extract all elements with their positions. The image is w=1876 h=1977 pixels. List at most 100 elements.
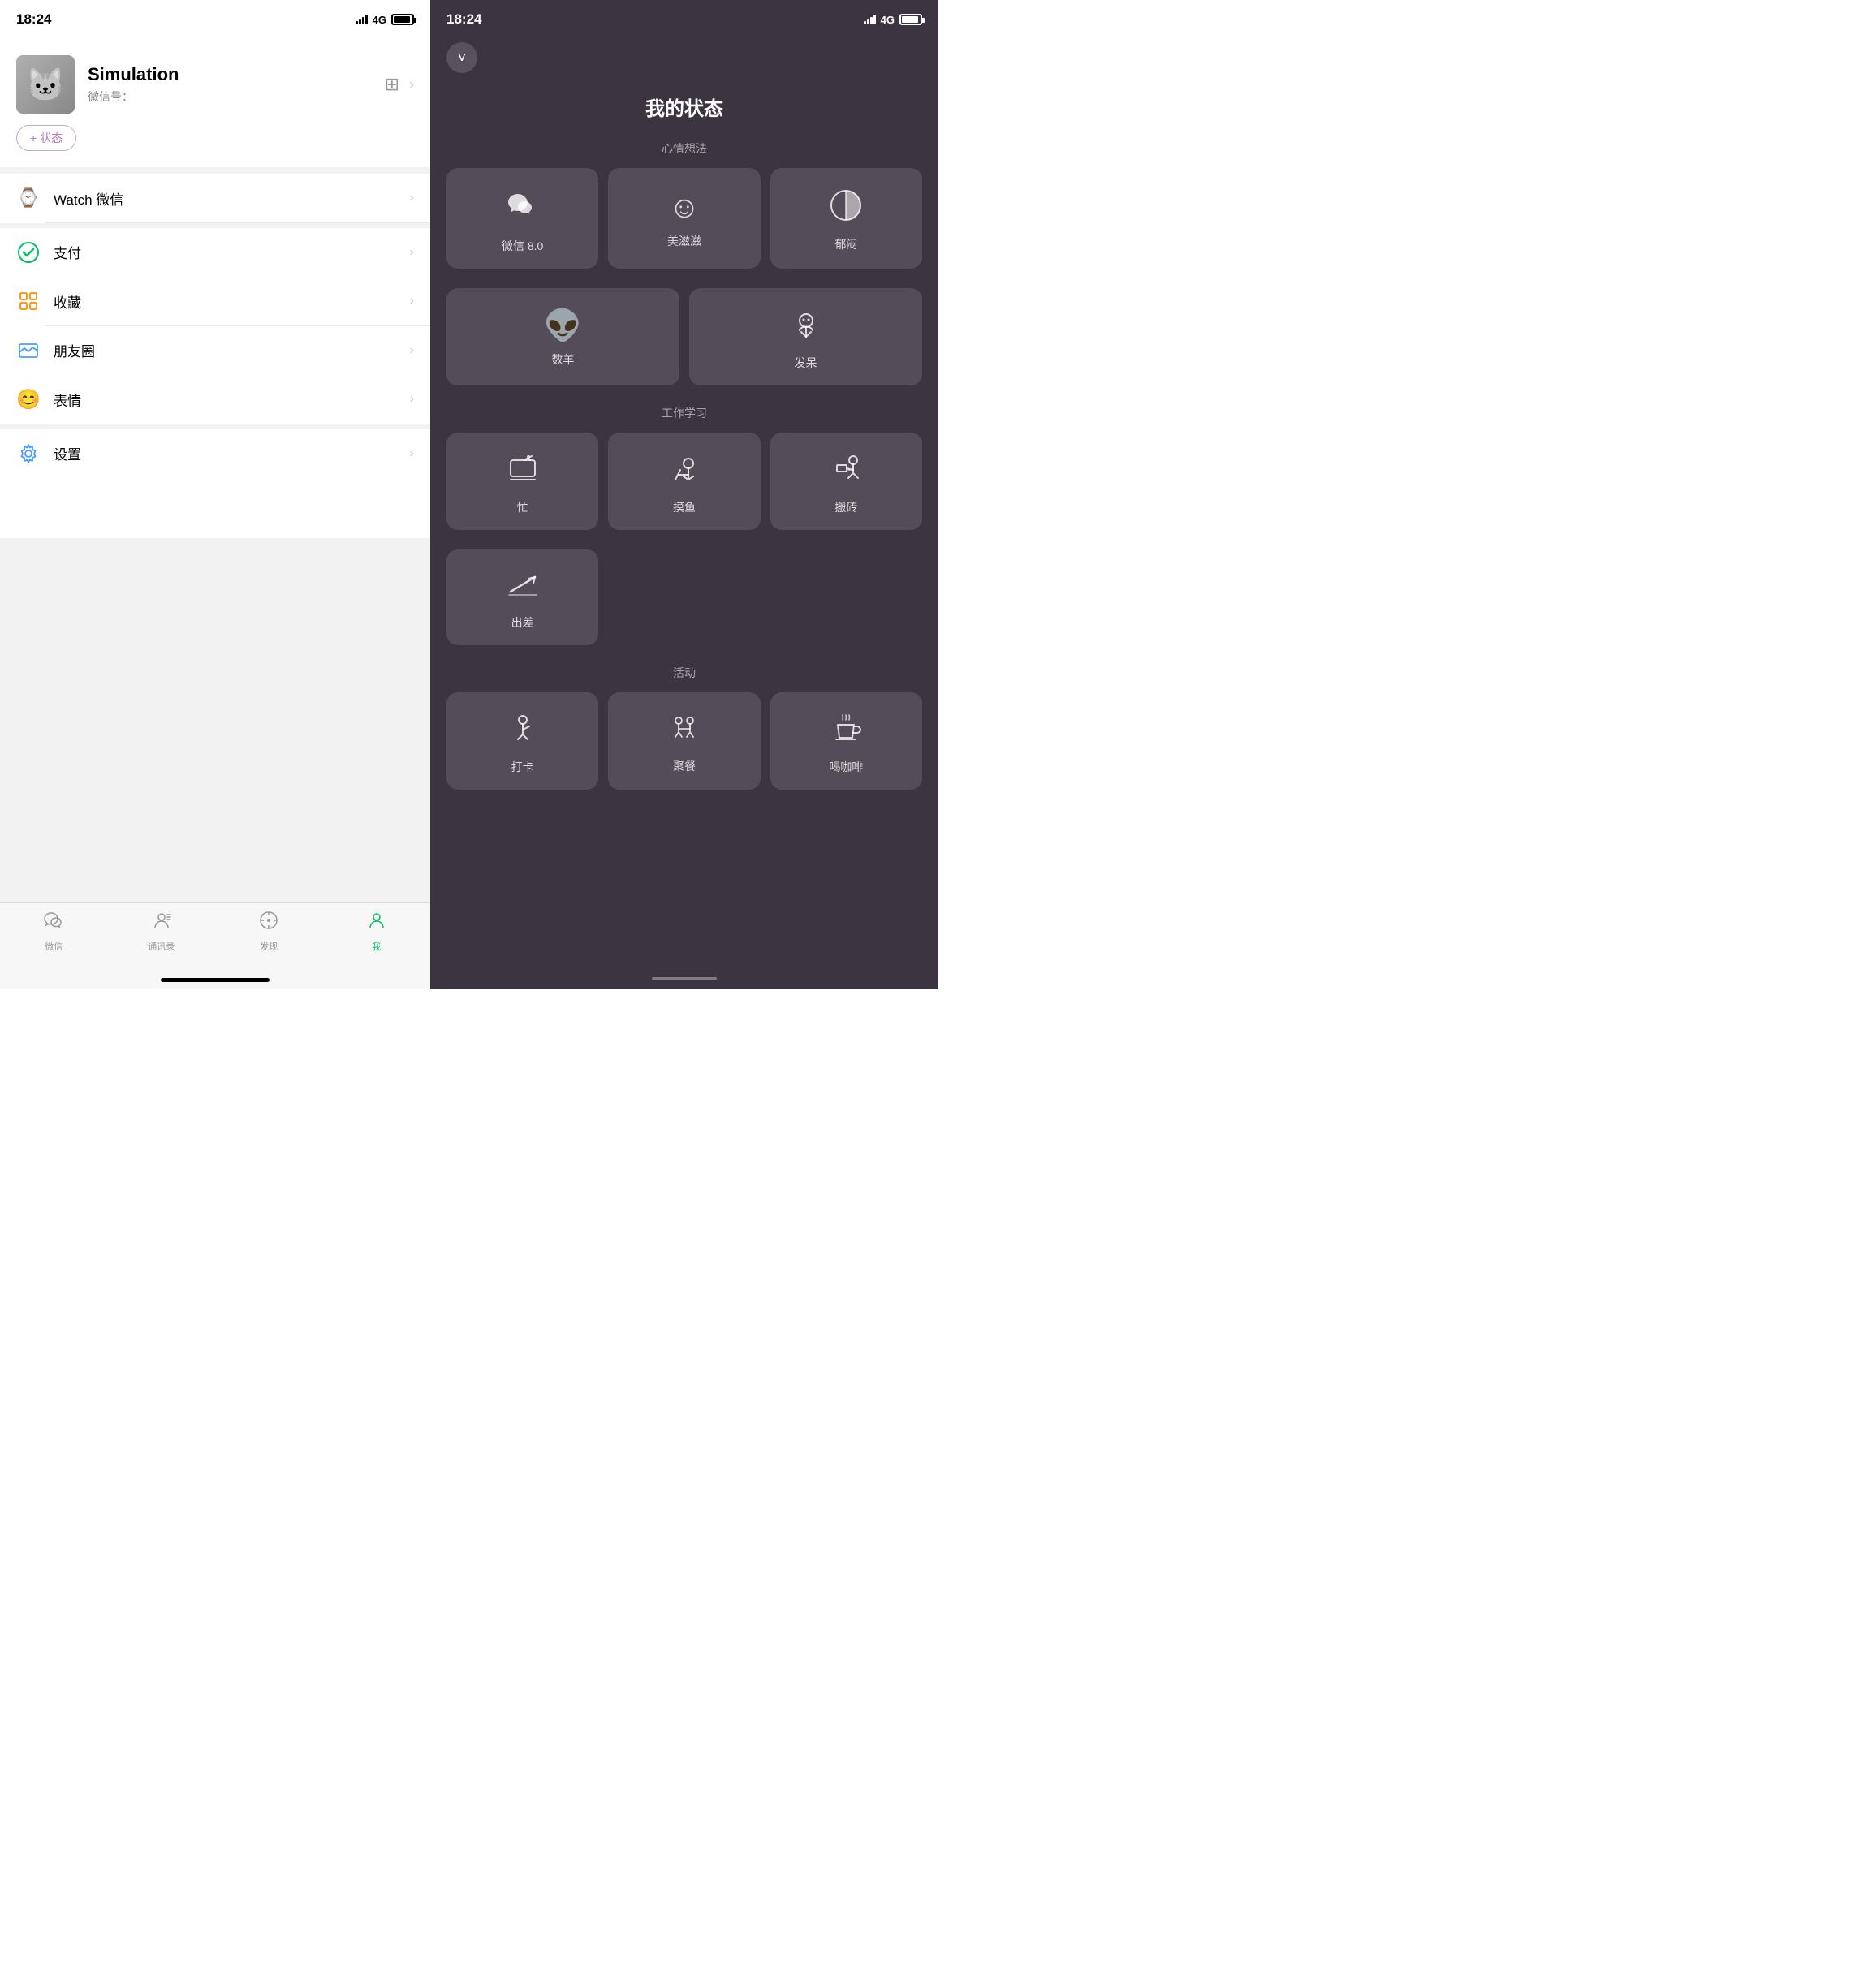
moments-icon: [16, 338, 41, 363]
qr-icon[interactable]: ⊞: [385, 74, 399, 95]
profile-info: Simulation 微信号：: [88, 64, 372, 105]
status-card-banzhuang[interactable]: 搬砖: [770, 433, 922, 530]
kafei-label: 喝咖啡: [829, 759, 863, 775]
back-button[interactable]: ˅: [446, 42, 477, 73]
menu-item-emoji[interactable]: 😊 表情 ›: [0, 375, 430, 424]
menu-label-moments: 朋友圈: [54, 340, 410, 360]
wechat80-icon: [505, 187, 541, 228]
work-grid-bottom: 出差: [446, 549, 922, 645]
scroll-bar: [652, 977, 717, 980]
section-label-mood: 心情想法: [446, 140, 922, 157]
mood-grid-top: 微信 8.0 ☺ 美滋滋 郁闷: [446, 168, 922, 269]
banzhuang-label: 搬砖: [834, 499, 857, 515]
bottom-nav: 微信 通讯录: [0, 902, 430, 970]
time-left: 18:24: [16, 11, 51, 28]
nav-item-discover[interactable]: 发现: [215, 910, 323, 953]
page-title: 我的状态: [430, 93, 938, 121]
profile-right[interactable]: ⊞ ›: [385, 74, 414, 95]
chuchai-label: 出差: [511, 614, 534, 631]
profile-name: Simulation: [88, 64, 372, 85]
daka-label: 打卡: [511, 759, 534, 775]
status-card-shuyang[interactable]: 👽 数羊: [446, 288, 679, 385]
right-panel: 18:24 4G ˅ 我的状态 心情想法: [430, 0, 938, 988]
menu-item-watch[interactable]: ⌚ Watch 微信 ›: [0, 174, 430, 222]
profile-section: Simulation 微信号： ⊞ › + 状态: [0, 36, 430, 167]
avatar-image: [16, 55, 75, 114]
yumen-label: 郁闷: [834, 236, 857, 252]
status-card-yumen[interactable]: 郁闷: [770, 168, 922, 269]
daka-icon: [507, 712, 539, 749]
pay-chevron: ›: [410, 245, 414, 260]
status-card-daka[interactable]: 打卡: [446, 692, 598, 790]
yumen-icon: [830, 189, 862, 226]
banzhuang-icon: [829, 452, 863, 489]
pay-icon: [16, 240, 41, 265]
nav-item-contacts[interactable]: 通讯录: [108, 910, 216, 953]
network-type-right: 4G: [881, 14, 895, 26]
watch-chevron: ›: [410, 191, 414, 205]
left-panel: 18:24 4G Simulation 微信号：: [0, 0, 430, 988]
shuyang-icon: 👽: [544, 311, 582, 342]
busy-icon: [506, 452, 540, 489]
profile-row[interactable]: Simulation 微信号： ⊞ ›: [16, 55, 414, 114]
section-label-activity: 活动: [446, 665, 922, 681]
fazhu-icon: [790, 308, 822, 345]
nav-label-wechat: 微信: [45, 940, 63, 953]
favorites-chevron: ›: [410, 294, 414, 308]
moyu-icon: [667, 452, 701, 489]
menu-label-favorites: 收藏: [54, 291, 410, 312]
status-icons-right: 4G: [864, 14, 922, 26]
work-grid-top: 忙 摸鱼: [446, 433, 922, 530]
status-card-moyu[interactable]: 摸鱼: [608, 433, 760, 530]
settings-chevron: ›: [410, 446, 414, 461]
watch-icon: ⌚: [16, 186, 41, 210]
status-card-chuchai[interactable]: 出差: [446, 549, 598, 645]
nav-label-contacts: 通讯录: [148, 940, 175, 953]
menu-item-moments[interactable]: 朋友圈 ›: [0, 326, 430, 375]
fazhu-label: 发呆: [795, 355, 817, 371]
nav-icon-me: [366, 910, 387, 937]
jucan-label: 聚餐: [673, 758, 696, 774]
moments-chevron: ›: [410, 343, 414, 358]
status-bar-right: 18:24 4G: [430, 0, 938, 36]
nav-item-me[interactable]: 我: [323, 910, 431, 953]
nav-item-wechat[interactable]: 微信: [0, 910, 108, 953]
status-card-kafei[interactable]: 喝咖啡: [770, 692, 922, 790]
emoji-icon: 😊: [16, 387, 41, 411]
right-content: 心情想法 微信 8.0 ☺ 美滋滋: [430, 140, 938, 972]
status-card-meizi[interactable]: ☺ 美滋滋: [608, 168, 760, 269]
profile-wechat-id: 微信号：: [88, 88, 372, 105]
scroll-indicator: [430, 972, 938, 988]
signal-icon-left: [356, 15, 368, 24]
moyu-label: 摸鱼: [673, 499, 696, 515]
nav-icon-discover: [258, 910, 279, 937]
status-card-wechat80[interactable]: 微信 8.0: [446, 168, 598, 269]
avatar[interactable]: [16, 55, 75, 114]
menu-item-favorites[interactable]: 收藏 ›: [0, 277, 430, 325]
menu-item-settings[interactable]: 设置 ›: [0, 429, 430, 478]
status-button[interactable]: + 状态: [16, 125, 76, 151]
menu-item-pay[interactable]: 支付 ›: [0, 228, 430, 277]
status-card-fazhu[interactable]: 发呆: [689, 288, 922, 385]
menu-label-watch: Watch 微信: [54, 188, 410, 209]
nav-label-discover: 发现: [260, 940, 278, 953]
signal-icon-right: [864, 15, 876, 24]
chuchai-icon: [506, 569, 540, 605]
menu-label-settings: 设置: [54, 443, 410, 463]
nav-icon-wechat: [43, 910, 64, 937]
settings-icon: [16, 441, 41, 466]
status-card-jucan[interactable]: 聚餐: [608, 692, 760, 790]
meizi-label: 美滋滋: [667, 233, 701, 249]
grey-area: [0, 538, 430, 902]
network-type-left: 4G: [373, 14, 386, 26]
profile-chevron: ›: [409, 76, 414, 93]
status-card-busy[interactable]: 忙: [446, 433, 598, 530]
busy-label: 忙: [517, 499, 528, 515]
nav-icon-contacts: [151, 910, 172, 937]
battery-icon-right: [899, 14, 922, 25]
status-bar-left: 18:24 4G: [0, 0, 430, 36]
nav-label-me: 我: [372, 940, 381, 953]
menu-label-pay: 支付: [54, 242, 410, 262]
jucan-icon: [667, 713, 701, 748]
favorites-icon: [16, 289, 41, 313]
